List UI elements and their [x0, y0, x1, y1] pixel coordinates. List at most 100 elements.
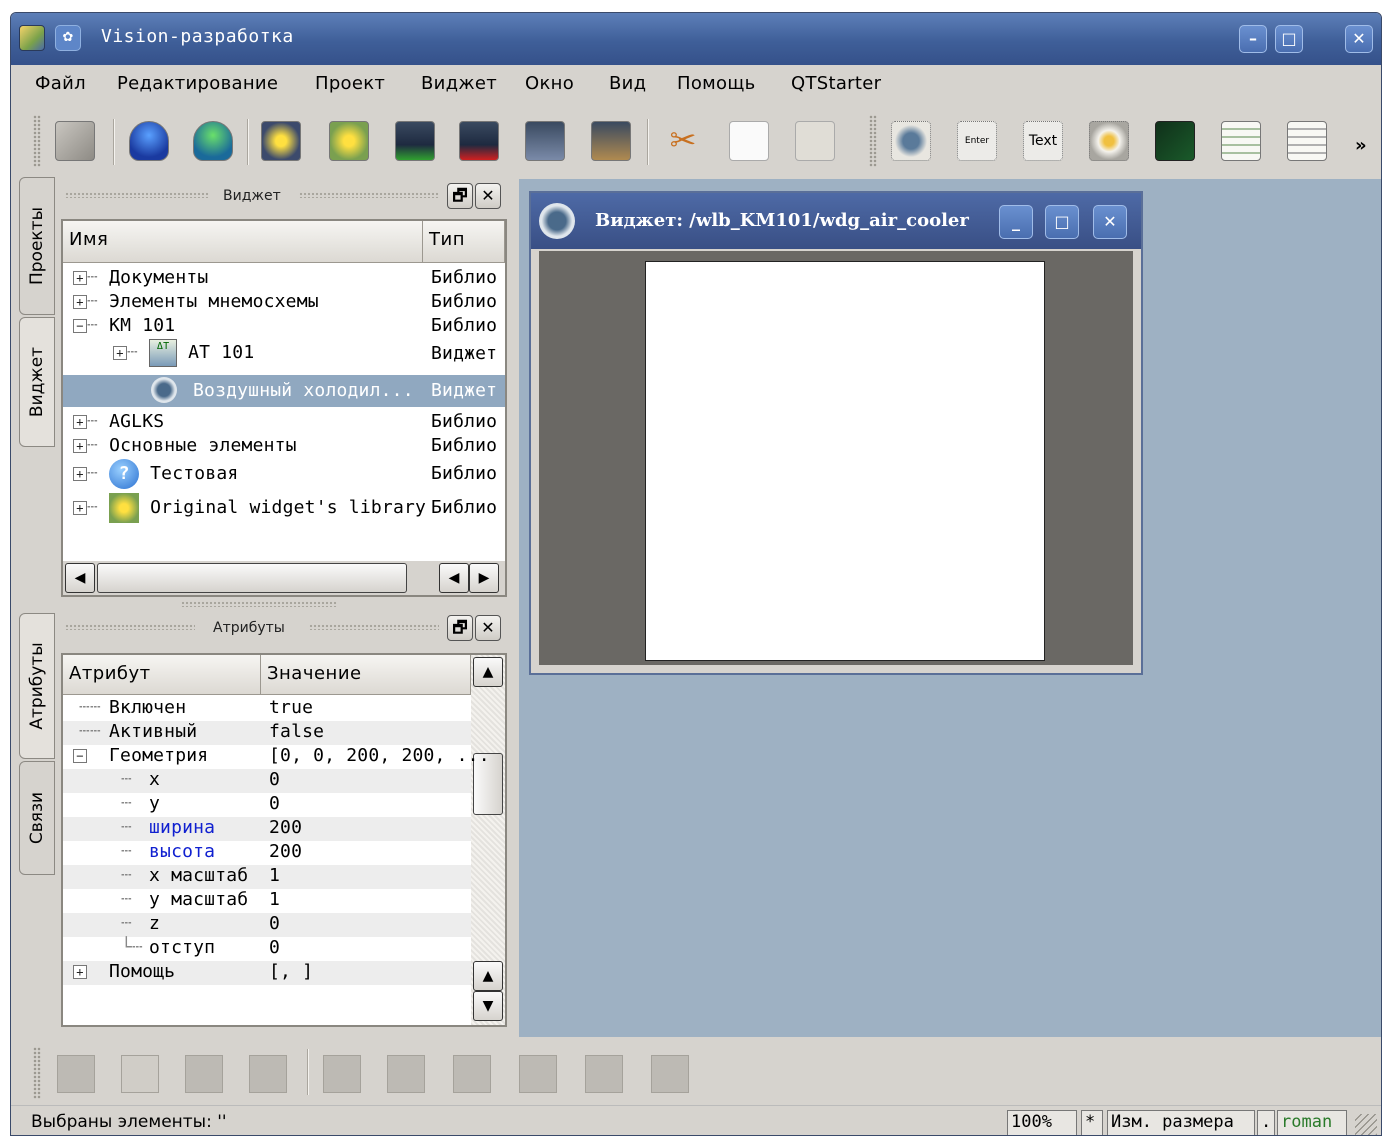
properties-icon[interactable]	[525, 121, 565, 161]
tree-row[interactable]: − ┄ KM 101 Библио	[73, 315, 503, 339]
align-hcenter-icon[interactable]	[585, 1055, 623, 1093]
subwindow-maximize-button[interactable]: □	[1045, 205, 1079, 239]
text-element-icon[interactable]: Text	[1023, 121, 1063, 161]
scroll-up-button-2[interactable]: ▲	[473, 961, 503, 991]
menu-window[interactable]: Окно	[525, 73, 574, 94]
document-icon[interactable]	[1287, 121, 1327, 161]
cut-icon[interactable]: ✂	[663, 121, 703, 161]
attr-row[interactable]: └┄ отступ 0	[63, 937, 471, 961]
dock-close-button[interactable]: ✕	[475, 183, 501, 209]
menu-widget[interactable]: Виджет	[421, 73, 497, 94]
tab-links[interactable]: Связи	[19, 761, 55, 875]
column-header-value[interactable]: Значение	[261, 655, 471, 695]
close-button[interactable]: ✕	[1345, 25, 1373, 53]
expand-icon[interactable]: +	[73, 415, 87, 429]
tab-widget[interactable]: Виджет	[19, 317, 55, 447]
tab-projects[interactable]: Проекты	[19, 177, 55, 315]
attr-row[interactable]: ┄ y 0	[63, 793, 471, 817]
new-widget-icon[interactable]	[329, 121, 369, 161]
dock-splitter[interactable]	[181, 601, 337, 607]
expand-icon[interactable]: +	[73, 467, 87, 481]
paste-icon[interactable]	[795, 121, 835, 161]
align-top-icon[interactable]	[519, 1055, 557, 1093]
db-load-icon[interactable]	[129, 121, 169, 161]
add-visual-item-icon[interactable]	[395, 121, 435, 161]
form-element-icon[interactable]: Enter	[957, 121, 997, 161]
edit-icon[interactable]	[591, 121, 631, 161]
edit-mode-indicator[interactable]: Изм. размера	[1107, 1110, 1255, 1135]
menu-edit[interactable]: Редактирование	[117, 73, 278, 94]
up-icon[interactable]	[185, 1055, 223, 1093]
align-left-icon[interactable]	[323, 1055, 361, 1093]
attr-row[interactable]: ┄ y масштаб 1	[63, 889, 471, 913]
scroll-left-button[interactable]: ◀	[65, 563, 95, 593]
elfigure-icon[interactable]	[891, 121, 931, 161]
scroll-up-button[interactable]: ▲	[473, 657, 503, 687]
dock-grip[interactable]	[65, 624, 195, 630]
toolbar-grip[interactable]	[869, 115, 877, 167]
expand-icon[interactable]: +	[73, 295, 87, 309]
column-header-name[interactable]: Имя	[63, 221, 423, 263]
dock-grip[interactable]	[299, 192, 439, 198]
attr-row[interactable]: ┄┄ Включен true	[63, 697, 471, 721]
subwindow-minimize-button[interactable]: _	[999, 205, 1033, 239]
collapse-icon[interactable]: −	[73, 319, 87, 333]
expand-icon[interactable]: +	[73, 965, 87, 979]
resize-grip[interactable]	[1355, 1114, 1377, 1135]
dock-grip[interactable]	[65, 192, 209, 198]
widget-canvas[interactable]	[539, 251, 1133, 665]
column-header-type[interactable]: Тип	[423, 221, 505, 263]
align-bottom-icon[interactable]	[651, 1055, 689, 1093]
attr-row[interactable]: + Помощь [, ]	[63, 961, 471, 985]
copy-icon[interactable]	[729, 121, 769, 161]
menu-file[interactable]: Файл	[35, 73, 86, 94]
new-library-icon[interactable]	[261, 121, 301, 161]
attr-row[interactable]: ┄ z 0	[63, 913, 471, 937]
tree-row-selected[interactable]: Воздушный холодил... Виджет	[63, 375, 505, 407]
tab-attributes[interactable]: Атрибуты	[19, 613, 55, 759]
scroll-left-button-2[interactable]: ◀	[439, 563, 469, 593]
attr-row[interactable]: ┄ ширина 200	[63, 817, 471, 841]
scroll-thumb[interactable]	[97, 563, 407, 593]
scroll-down-button[interactable]: ▼	[473, 991, 503, 1021]
attr-row[interactable]: − Геометрия [0, 0, 200, 200, ...	[63, 745, 490, 769]
expand-icon[interactable]: +	[73, 271, 87, 285]
menu-qtstarter[interactable]: QTStarter	[791, 73, 881, 94]
align-right-icon[interactable]	[453, 1055, 491, 1093]
tree-row[interactable]: + ┄ AGLKS Библио	[73, 411, 503, 435]
media-icon[interactable]	[1089, 121, 1129, 161]
subwindow-close-button[interactable]: ✕	[1093, 205, 1127, 239]
widget-preview[interactable]	[645, 261, 1045, 661]
run-icon[interactable]	[55, 121, 95, 161]
tree-row[interactable]: + ┄ ? Тестовая Библио	[73, 459, 503, 491]
toolbar-overflow-icon[interactable]: »	[1355, 135, 1367, 156]
subwindow-title-bar[interactable]: Виджет: /wlb_KM101/wdg_air_cooler _ □ ✕	[531, 193, 1141, 249]
undock-button[interactable]: 🗗	[447, 183, 473, 209]
tree-row[interactable]: + ┄ ΔT AT 101 Виджет	[113, 339, 503, 371]
delete-visual-item-icon[interactable]	[459, 121, 499, 161]
expand-icon[interactable]: +	[113, 346, 127, 360]
expand-icon[interactable]: +	[73, 439, 87, 453]
menu-project[interactable]: Проект	[315, 73, 385, 94]
attr-row[interactable]: ┄ x 0	[63, 769, 471, 793]
attr-row[interactable]: ┄ x масштаб 1	[63, 865, 471, 889]
user-indicator[interactable]: roman	[1277, 1110, 1347, 1135]
diagram-icon[interactable]	[1155, 121, 1195, 161]
expand-icon[interactable]: +	[73, 501, 87, 515]
tree-row[interactable]: + ┄ Original widget's library Библио	[73, 493, 503, 525]
attr-row[interactable]: ┄┄ Активный false	[63, 721, 471, 745]
dock-grip[interactable]	[309, 624, 439, 630]
zoom-indicator[interactable]: 100%	[1007, 1110, 1077, 1135]
menu-help[interactable]: Помощь	[677, 73, 756, 94]
lower-icon[interactable]	[121, 1055, 159, 1093]
protocol-icon[interactable]	[1221, 121, 1261, 161]
undock-button[interactable]: 🗗	[447, 615, 473, 641]
tree-row[interactable]: + ┄ Элементы мнемосхемы Библио	[73, 291, 503, 315]
scroll-right-button[interactable]: ▶	[469, 563, 499, 593]
dock-close-button[interactable]: ✕	[475, 615, 501, 641]
vertical-scrollbar[interactable]: ▲ ▲ ▼	[471, 655, 505, 1025]
collapse-icon[interactable]: −	[73, 749, 87, 763]
toolbar-grip[interactable]	[33, 115, 41, 167]
down-icon[interactable]	[249, 1055, 287, 1093]
column-header-attribute[interactable]: Атрибут	[63, 655, 261, 695]
